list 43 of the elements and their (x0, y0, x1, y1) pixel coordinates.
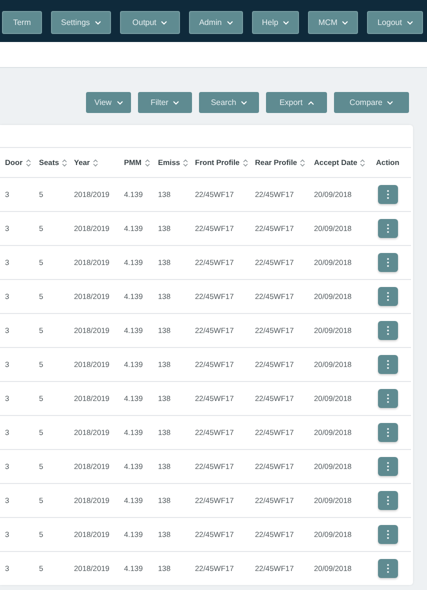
row-action-button[interactable] (378, 491, 398, 510)
chevron-down-icon (116, 100, 123, 104)
chevron-down-icon (161, 20, 168, 24)
sort-icon (26, 158, 30, 166)
row-action-button[interactable] (378, 525, 398, 544)
row-action-button[interactable] (378, 423, 398, 442)
row-action-button[interactable] (378, 185, 398, 204)
nav-menu-button[interactable]: Logout (367, 11, 423, 34)
nav-menu-button[interactable]: Settings (51, 11, 111, 34)
chevron-down-icon (241, 100, 248, 104)
toolbar-dropdown-button[interactable]: Search (199, 92, 259, 113)
chevron-down-icon (226, 20, 233, 24)
nav-menu-button[interactable]: MCM (308, 11, 358, 34)
chevron-down-icon (283, 20, 290, 24)
nav-menu-button[interactable]: Output (120, 11, 180, 34)
row-action-button[interactable] (378, 253, 398, 272)
nav-menu-button[interactable]: Admin (188, 11, 243, 34)
row-action-button[interactable] (378, 457, 398, 476)
chevron-down-icon (173, 100, 180, 104)
nav-menu-button[interactable]: Help (252, 11, 300, 34)
chevron-down-icon (342, 20, 348, 24)
chevron-down-icon (406, 20, 413, 24)
toolbar-dropdown-button[interactable]: Compare (334, 92, 409, 113)
sort-icon (300, 158, 306, 166)
toolbar-dropdown-button[interactable]: View (86, 92, 131, 113)
chevron-up-icon (308, 100, 314, 104)
row-action-button[interactable] (378, 355, 398, 374)
row-action-button[interactable] (378, 321, 398, 340)
sort-icon (360, 158, 366, 166)
sort-icon (62, 158, 68, 166)
sort-icon (242, 158, 248, 166)
toolbar-dropdown-button[interactable]: Export (266, 92, 327, 113)
row-action-button[interactable] (378, 559, 398, 578)
chevron-down-icon (387, 100, 394, 104)
nav-menu-button[interactable]: Term (2, 11, 42, 34)
chevron-down-icon (94, 20, 101, 24)
sort-icon (92, 158, 98, 166)
row-action-button[interactable] (378, 287, 398, 306)
row-action-button[interactable] (378, 389, 398, 408)
row-action-button[interactable] (378, 219, 398, 238)
sort-icon (144, 158, 150, 166)
sort-icon (183, 158, 188, 166)
toolbar-dropdown-button[interactable]: Filter (138, 92, 192, 113)
